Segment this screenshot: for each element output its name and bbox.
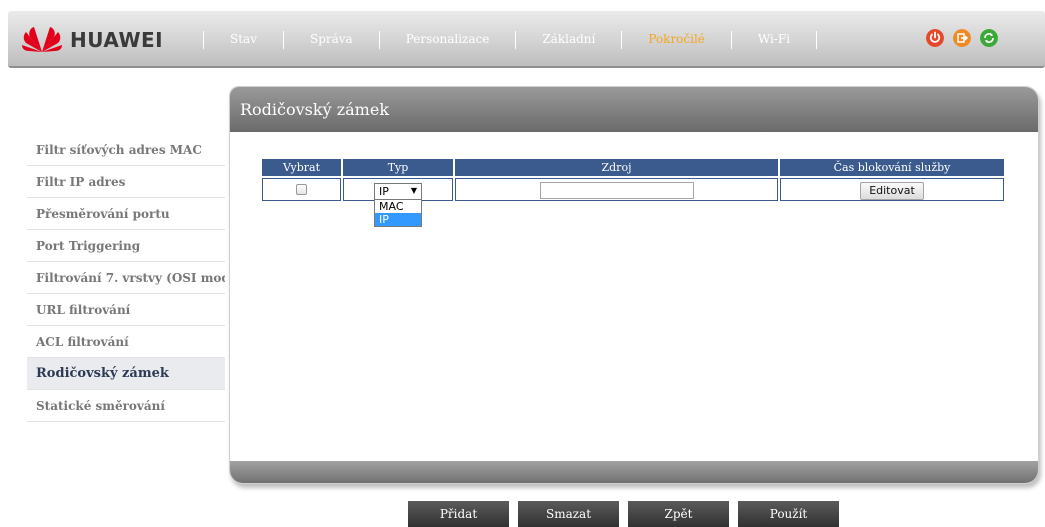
action-buttons: Přidat Smazat Zpět Použít (408, 501, 839, 527)
column-header-type: Typ (343, 159, 453, 176)
panel-footer-bar (230, 461, 1038, 483)
source-cell (455, 178, 778, 201)
type-cell: IP ▼ MAC IP (343, 178, 453, 227)
main-nav: Stav Správa Personalizace Základní Pokro… (203, 11, 818, 68)
nav-item-wifi[interactable]: Wi-Fi (732, 11, 816, 68)
sidebar-item-static-routing[interactable]: Statické směrování (27, 390, 225, 422)
nav-item-sprava[interactable]: Správa (284, 11, 379, 68)
row-select-checkbox[interactable] (296, 184, 307, 195)
type-select-wrapper: IP ▼ MAC IP (374, 182, 422, 227)
content-panel: Rodičovský zámek Vybrat Typ Zdroj Čas bl… (229, 86, 1039, 484)
top-icon-group (926, 29, 998, 47)
column-header-select: Vybrat (262, 159, 341, 176)
type-option-mac[interactable]: MAC (375, 200, 421, 213)
table-row: IP ▼ MAC IP Editovat (262, 178, 1004, 227)
column-header-source: Zdroj (455, 159, 778, 176)
sidebar-item-url-filter[interactable]: URL filtrování (27, 294, 225, 326)
type-option-ip[interactable]: IP (375, 212, 421, 226)
sidebar-item-acl-filter[interactable]: ACL filtrování (27, 326, 225, 358)
type-dropdown-list: MAC IP (374, 198, 422, 227)
parental-lock-table: Vybrat Typ Zdroj Čas blokování služby IP… (260, 157, 1006, 227)
block-time-cell: Editovat (780, 178, 1004, 201)
sidebar-menu: Filtr síťových adres MAC Filtr IP adres … (27, 134, 225, 422)
sidebar-item-mac-filter[interactable]: Filtr síťových adres MAC (27, 134, 225, 166)
refresh-icon[interactable] (980, 29, 998, 47)
sidebar-item-ip-filter[interactable]: Filtr IP adres (27, 166, 225, 198)
nav-divider (816, 30, 818, 49)
sidebar-item-port-forwarding[interactable]: Přesměrování portu (27, 198, 225, 230)
delete-button[interactable]: Smazat (518, 501, 619, 527)
source-input[interactable] (539, 182, 694, 199)
dropdown-arrow-icon: ▼ (410, 185, 417, 195)
power-icon[interactable] (926, 29, 944, 47)
panel-title: Rodičovský zámek (230, 87, 1038, 132)
type-select[interactable]: IP ▼ (374, 182, 422, 200)
sidebar-item-layer7-filter[interactable]: Filtrování 7. vrstvy (OSI modelu) (27, 262, 225, 294)
logout-icon[interactable] (953, 29, 971, 47)
apply-button[interactable]: Použít (738, 501, 839, 527)
nav-item-zakladni[interactable]: Základní (516, 11, 621, 68)
nav-item-pokrocile[interactable]: Pokročilé (622, 11, 731, 68)
huawei-flower-icon (22, 27, 62, 52)
nav-item-personalizace[interactable]: Personalizace (380, 11, 516, 68)
huawei-logo: HUAWEI (20, 23, 180, 53)
back-button[interactable]: Zpět (628, 501, 729, 527)
sidebar-item-port-triggering[interactable]: Port Triggering (27, 230, 225, 262)
type-select-value: IP (379, 184, 389, 198)
column-header-block-time: Čas blokování služby (780, 159, 1004, 176)
add-button[interactable]: Přidat (408, 501, 509, 527)
sidebar-item-parental-lock[interactable]: Rodičovský zámek (27, 358, 225, 390)
edit-button[interactable]: Editovat (860, 182, 924, 200)
top-navigation-bar: HUAWEI Stav Správa Personalizace Základn… (8, 11, 1045, 68)
brand-name: HUAWEI (70, 28, 164, 52)
select-cell (262, 178, 341, 201)
nav-item-stav[interactable]: Stav (204, 11, 283, 68)
